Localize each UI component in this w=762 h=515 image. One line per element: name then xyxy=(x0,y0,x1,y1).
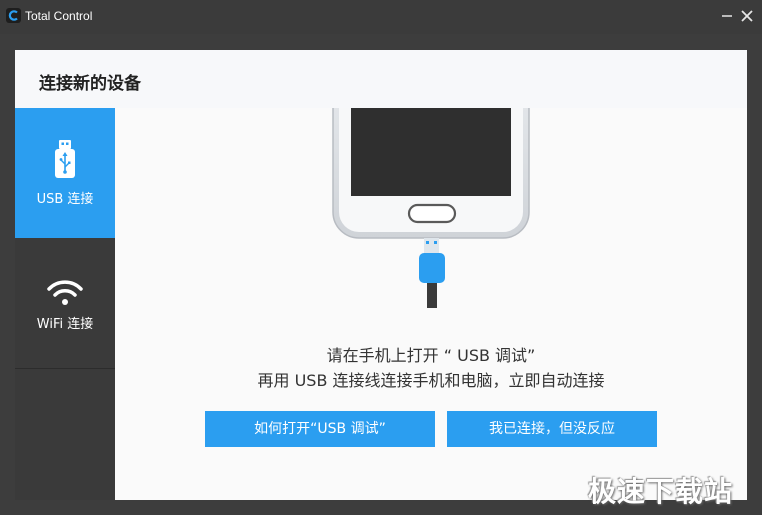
connect-device-dialog: 连接新的设备 USB 连接 WiFi 连接 请在手机上打开 “ USB 调试” … xyxy=(15,50,747,500)
minimize-button[interactable] xyxy=(718,7,736,25)
connection-sidebar: USB 连接 WiFi 连接 xyxy=(15,108,115,500)
sidebar-item-usb-label: USB 连接 xyxy=(36,192,94,207)
app-logo-icon xyxy=(6,8,21,23)
site-watermark: 极速下载站 xyxy=(588,475,734,508)
dialog-header: 连接新的设备 xyxy=(15,50,747,109)
connected-no-response-button[interactable]: 我已连接，但没反应 xyxy=(447,411,657,447)
usb-icon xyxy=(15,140,115,180)
close-button[interactable] xyxy=(738,7,756,25)
wifi-icon xyxy=(15,278,115,308)
sidebar-item-wifi[interactable]: WiFi 连接 xyxy=(15,238,115,368)
instruction-line-1: 请在手机上打开 “ USB 调试” xyxy=(326,346,536,365)
sidebar-item-wifi-label: WiFi 连接 xyxy=(36,317,94,332)
sidebar-divider xyxy=(15,368,115,369)
usb-instructions-panel: 请在手机上打开 “ USB 调试” 再用 USB 连接线连接手机和电脑，立即自动… xyxy=(115,108,747,500)
title-bar[interactable]: Total Control xyxy=(0,0,762,34)
instruction-line-2: 再用 USB 连接线连接手机和电脑，立即自动连接 xyxy=(257,371,605,390)
dialog-title: 连接新的设备 xyxy=(39,74,141,94)
close-icon xyxy=(741,10,753,22)
sidebar-item-usb[interactable]: USB 连接 xyxy=(15,108,115,238)
phone-usb-illustration xyxy=(327,108,537,312)
app-title: Total Control xyxy=(25,9,93,23)
how-to-enable-usb-debug-button[interactable]: 如何打开“USB 调试” xyxy=(205,411,435,447)
minimize-icon xyxy=(722,15,732,17)
app-window: Total Control 连接新的设备 USB 连接 WiFi 连接 请在手机… xyxy=(0,0,762,515)
